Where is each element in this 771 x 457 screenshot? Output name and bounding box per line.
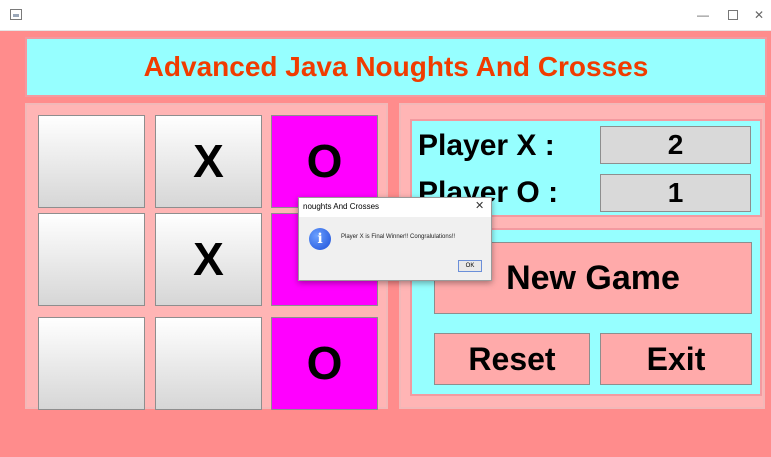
- dialog-close-button[interactable]: ✕: [475, 199, 484, 212]
- winner-dialog: noughts And Crosses ✕ i Player X is Fina…: [298, 197, 492, 281]
- title-panel: Advanced Java Noughts And Crosses: [25, 37, 767, 97]
- reset-button[interactable]: Reset: [434, 333, 590, 385]
- board-cell-1[interactable]: [38, 115, 145, 208]
- maximize-icon: [728, 10, 738, 20]
- player-o-score: 1: [600, 174, 751, 212]
- exit-button[interactable]: Exit: [600, 333, 752, 385]
- board-cell-9[interactable]: O: [271, 317, 378, 410]
- dialog-message: Player X is Final Winner!! Congralulatio…: [341, 234, 456, 240]
- info-icon: i: [309, 228, 331, 250]
- player-x-score: 2: [600, 126, 751, 164]
- board-cell-4[interactable]: [38, 213, 145, 306]
- board-cell-3[interactable]: O: [271, 115, 378, 208]
- dialog-title: noughts And Crosses: [303, 202, 380, 211]
- board-cell-5[interactable]: X: [155, 213, 262, 306]
- dialog-titlebar: noughts And Crosses ✕: [299, 198, 491, 217]
- board-cell-2[interactable]: X: [155, 115, 262, 208]
- close-window-button[interactable]: ✕: [744, 5, 771, 25]
- game-title: Advanced Java Noughts And Crosses: [143, 51, 649, 82]
- board-cell-7[interactable]: [38, 317, 145, 410]
- player-x-label: Player X :: [418, 129, 555, 162]
- board-cell-8[interactable]: [155, 317, 262, 410]
- minimize-button[interactable]: —: [688, 5, 718, 25]
- window-titlebar: — ✕: [0, 0, 771, 31]
- app-icon: [10, 9, 22, 20]
- ok-button[interactable]: OK: [458, 260, 482, 272]
